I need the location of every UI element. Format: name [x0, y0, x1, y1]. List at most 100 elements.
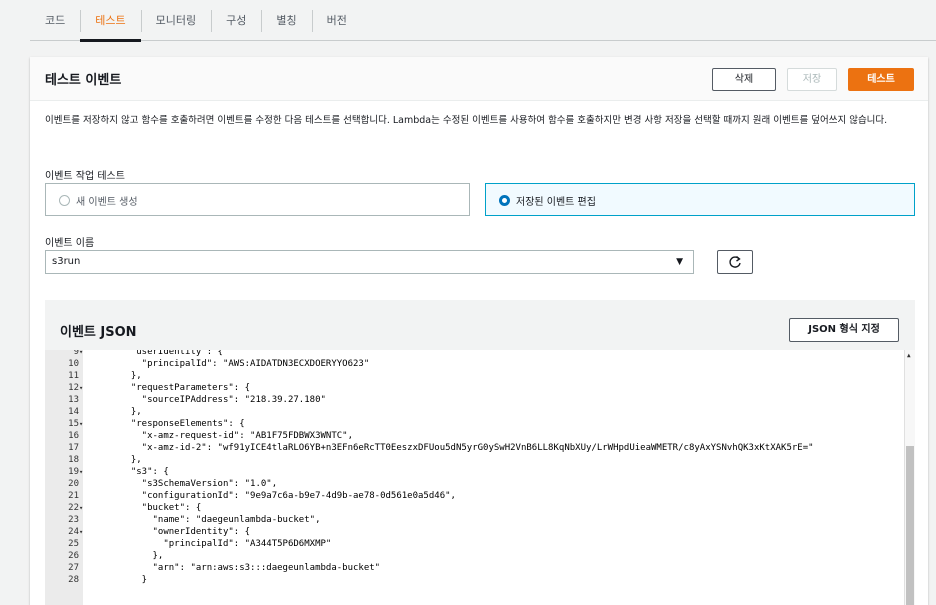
test-event-panel: 테스트 이벤트 삭제 저장 테스트 이벤트를 저장하지 않고 함수를 호출하려면…: [30, 57, 928, 605]
refresh-button[interactable]: [717, 250, 753, 274]
panel-description: 이벤트를 저장하지 않고 함수를 호출하려면 이벤트를 수정한 다음 테스트를 …: [45, 115, 888, 126]
line-number: 21: [68, 491, 79, 501]
json-code-editor[interactable]: 9 ▾ "userIdentity": {10 "principalId": "A…: [45, 350, 915, 605]
radio-selected-icon[interactable]: [499, 195, 510, 206]
code-line: 26 },: [45, 550, 905, 562]
code-text: "sourceIPAddress": "218.39.27.180": [120, 395, 326, 405]
event-json-section: 이벤트 JSON JSON 형식 지정 9 ▾ "userIdentity": {…: [45, 300, 915, 605]
code-text: },: [120, 407, 142, 417]
code-text: "configurationId": "9e9a7c6a-b9e7-4d9b-a…: [120, 491, 456, 501]
code-line: 15 ▾ "responseElements": {: [45, 418, 905, 430]
line-number: 18: [68, 455, 79, 465]
tab-code[interactable]: 코드: [30, 0, 80, 41]
code-text: "ownerIdentity": {: [120, 527, 251, 537]
line-number: 10: [68, 359, 79, 369]
code-line: 18 },: [45, 454, 905, 466]
line-number: 24: [68, 527, 79, 537]
fold-toggle-icon[interactable]: ▾: [79, 526, 83, 538]
scroll-up-icon[interactable]: ▲: [907, 352, 911, 359]
code-line: 22 ▾ "bucket": {: [45, 502, 905, 514]
event-action-label: 이벤트 작업 테스트: [45, 171, 125, 182]
code-text: "principalId": "AWS:AIDATDN3ECXDOERYYO62…: [120, 359, 370, 369]
line-number: 17: [68, 443, 79, 453]
line-number: 26: [68, 551, 79, 561]
code-line: 17 "x-amz-id-2": "wf91yICE4tlaRLO6YB+n3E…: [45, 442, 905, 454]
code-text: }: [120, 575, 148, 585]
line-number: 22: [68, 503, 79, 513]
code-text: "bucket": {: [120, 503, 202, 513]
line-number: 15: [68, 419, 79, 429]
code-text: "userIdentity": {: [120, 350, 223, 357]
panel-header: 테스트 이벤트 삭제 저장 테스트: [30, 57, 928, 101]
format-json-button[interactable]: JSON 형식 지정: [789, 318, 899, 342]
fold-toggle-icon[interactable]: ▾: [79, 466, 83, 478]
code-text: "name": "daegeunlambda-bucket",: [120, 515, 321, 525]
line-number: 28: [68, 575, 79, 585]
line-number: 27: [68, 563, 79, 573]
tab-aliases[interactable]: 별칭: [261, 0, 311, 41]
tab-configuration[interactable]: 구성: [211, 0, 261, 41]
line-number: 11: [68, 371, 79, 381]
code-text: "responseElements": {: [120, 419, 245, 429]
code-line: 27 "arn": "arn:aws:s3:::daegeunlambda-bu…: [45, 562, 905, 574]
line-number: 25: [68, 539, 79, 549]
event-name-value: s3run: [52, 256, 81, 267]
tab-bar: 코드 테스트 모니터링 구성 별칭 버전: [30, 0, 936, 42]
code-text: "principalId": "A344T5P6D6MXMP": [120, 539, 332, 549]
code-line: 21 "configurationId": "9e9a7c6a-b9e7-4d9…: [45, 490, 905, 502]
fold-toggle-icon[interactable]: ▾: [79, 418, 83, 430]
tab-versions[interactable]: 버전: [311, 0, 362, 41]
test-button[interactable]: 테스트: [848, 68, 914, 91]
code-line: 28 }: [45, 574, 905, 586]
code-line: 14 },: [45, 406, 905, 418]
code-line: 11 },: [45, 370, 905, 382]
radio-unselected-icon[interactable]: [59, 195, 70, 206]
scroll-thumb[interactable]: [906, 446, 914, 605]
code-line: 10 "principalId": "AWS:AIDATDN3ECXDOERYY…: [45, 358, 905, 370]
radio-edit-saved-event-label: 저장된 이벤트 편집: [516, 197, 596, 208]
caret-down-icon[interactable]: ▼: [676, 251, 683, 273]
code-line: 12 ▾ "requestParameters": {: [45, 382, 905, 394]
save-button[interactable]: 저장: [787, 68, 837, 91]
refresh-icon: [729, 255, 741, 268]
line-number: 19: [68, 467, 79, 477]
code-text: "arn": "arn:aws:s3:::daegeunlambda-bucke…: [120, 563, 381, 573]
line-number: 12: [68, 383, 79, 393]
code-line: 25 "principalId": "A344T5P6D6MXMP": [45, 538, 905, 550]
line-number: 13: [68, 395, 79, 405]
panel-title: 테스트 이벤트: [45, 73, 122, 88]
code-text: },: [120, 551, 164, 561]
code-line: 19 ▾ "s3": {: [45, 466, 905, 478]
radio-new-event-label: 새 이벤트 생성: [76, 197, 138, 208]
code-text: "x-amz-id-2": "wf91yICE4tlaRLO6YB+n3EFn6…: [120, 443, 814, 453]
editor-scrollbar[interactable]: ▲: [904, 350, 915, 605]
tab-test[interactable]: 테스트: [80, 0, 142, 42]
radio-new-event[interactable]: 새 이벤트 생성: [45, 183, 470, 216]
line-number: 16: [68, 431, 79, 441]
code-line: 9 ▾ "userIdentity": {: [45, 350, 905, 358]
code-text: },: [120, 371, 142, 381]
code-text: "x-amz-request-id": "AB1F75FDBWX3WNTC",: [120, 431, 353, 441]
event-name-label: 이벤트 이름: [45, 238, 95, 249]
code-text: "s3": {: [120, 467, 169, 477]
event-name-select[interactable]: s3run ▼: [45, 250, 694, 274]
fold-toggle-icon[interactable]: ▾: [79, 502, 83, 514]
code-line: 16 "x-amz-request-id": "AB1F75FDBWX3WNTC…: [45, 430, 905, 442]
code-line: 23 "name": "daegeunlambda-bucket",: [45, 514, 905, 526]
code-text: },: [120, 455, 142, 465]
code-text: "requestParameters": {: [120, 383, 251, 393]
code-line: 13 "sourceIPAddress": "218.39.27.180": [45, 394, 905, 406]
delete-button[interactable]: 삭제: [712, 68, 776, 91]
fold-toggle-icon[interactable]: ▾: [79, 382, 83, 394]
line-number: 9: [73, 350, 79, 357]
code-line: 24 ▾ "ownerIdentity": {: [45, 526, 905, 538]
line-number: 14: [68, 407, 79, 417]
code-text: "s3SchemaVersion": "1.0",: [120, 479, 278, 489]
tab-monitoring[interactable]: 모니터링: [140, 0, 211, 41]
line-number: 20: [68, 479, 79, 489]
line-number: 23: [68, 515, 79, 525]
fold-toggle-icon[interactable]: ▾: [79, 350, 83, 358]
event-json-title: 이벤트 JSON: [60, 325, 137, 340]
radio-edit-saved-event[interactable]: 저장된 이벤트 편집: [485, 183, 915, 216]
code-line: 20 "s3SchemaVersion": "1.0",: [45, 478, 905, 490]
